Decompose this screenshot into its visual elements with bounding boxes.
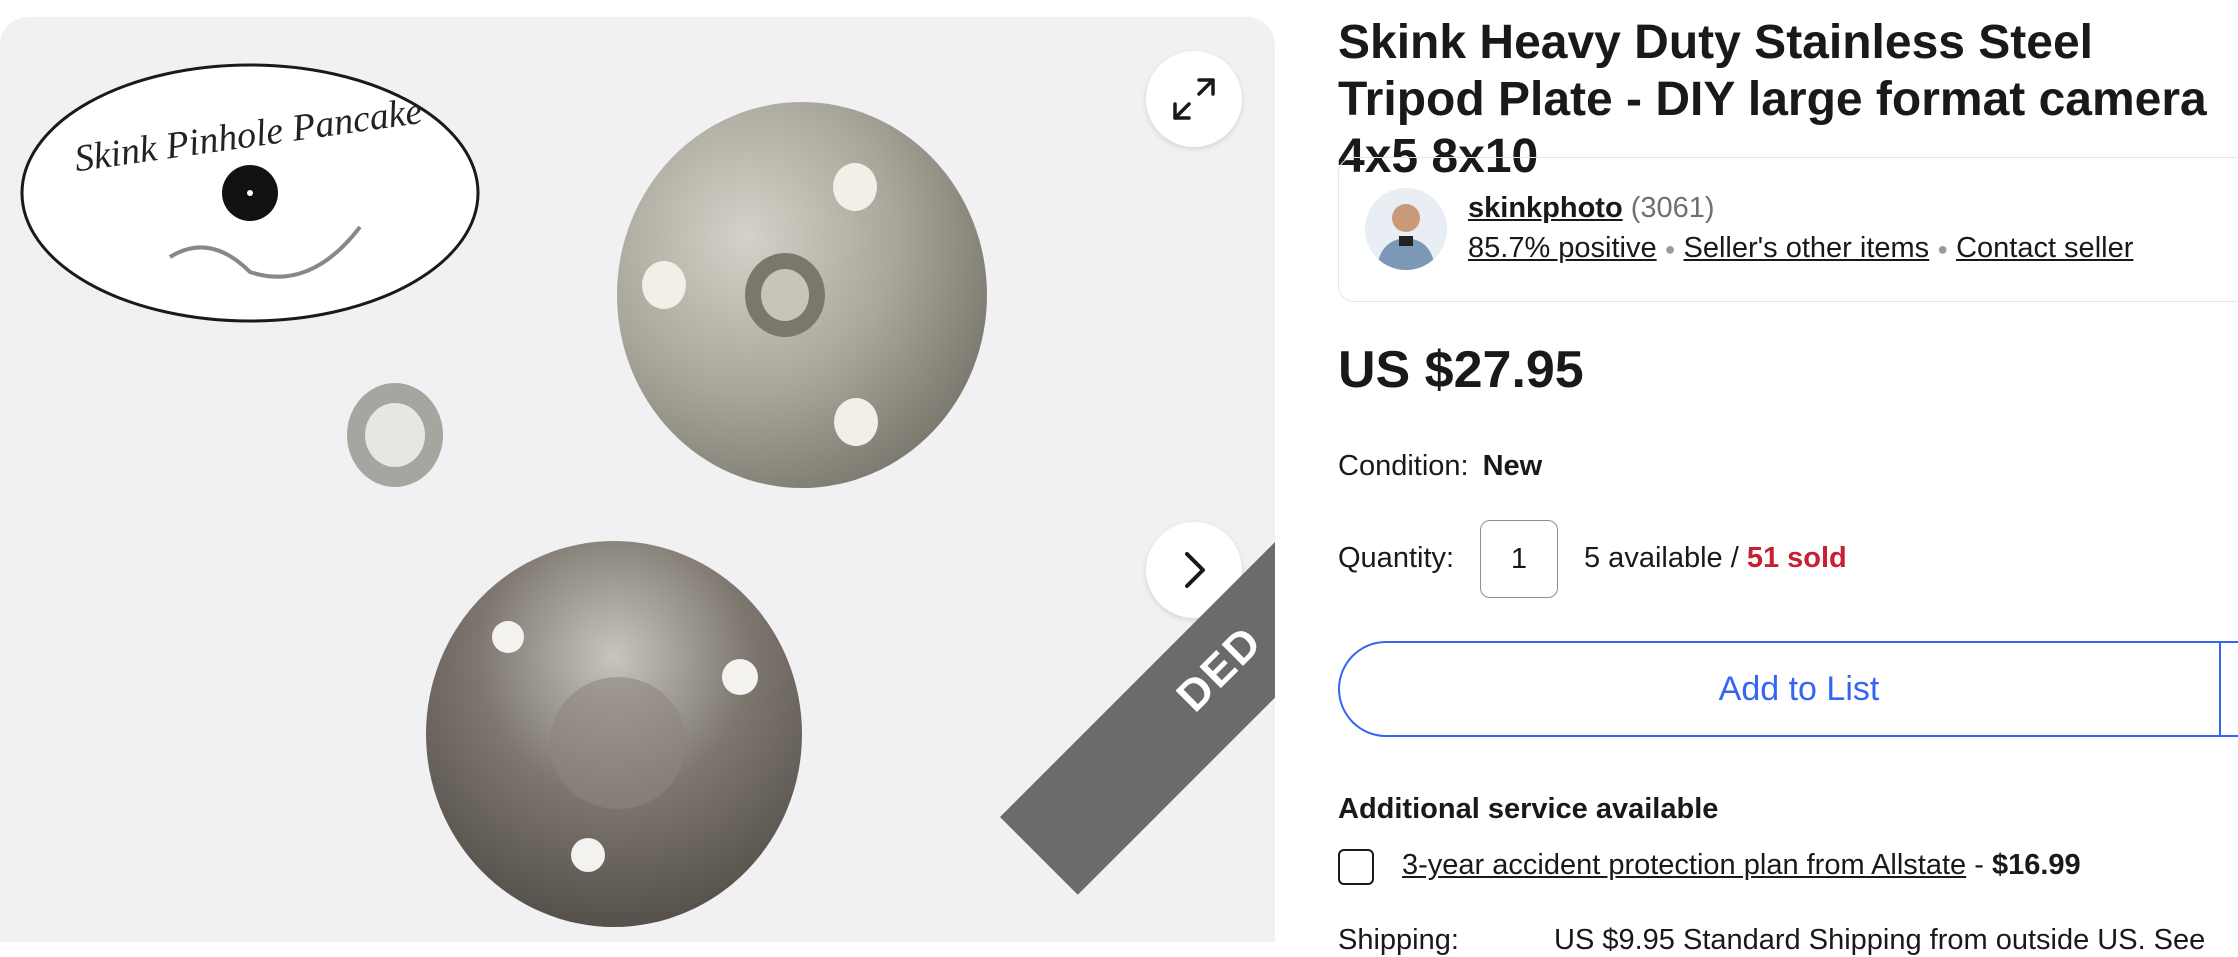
availability: 5 available / 51 sold xyxy=(1584,542,1847,575)
seller-name-link[interactable]: skinkphoto xyxy=(1468,192,1623,224)
condition-value: New xyxy=(1482,450,1543,482)
button-divider xyxy=(2219,641,2221,737)
positive-feedback-link[interactable]: 85.7% positive xyxy=(1468,232,1657,264)
shipping-label: Shipping: xyxy=(1338,924,1459,956)
add-to-list-label: Add to List xyxy=(1718,669,1880,708)
sold-count: 51 sold xyxy=(1746,542,1847,574)
feedback-count: (3061) xyxy=(1630,192,1715,224)
image-gallery[interactable]: Skink Pinhole Pancake DED xyxy=(0,17,1275,942)
available-count: 5 available / xyxy=(1584,542,1747,574)
seller-card: skinkphoto (3061) 85.7% positive ● Seller'… xyxy=(1338,157,2238,302)
plate-top xyxy=(617,102,987,488)
plan-separator: - xyxy=(1966,849,1992,881)
plan-price: $16.99 xyxy=(1991,849,2081,881)
price: US $27.95 xyxy=(1338,341,1584,399)
small-nut xyxy=(347,383,443,487)
condition-row: Condition: New xyxy=(1338,450,1542,483)
seller-avatar[interactable] xyxy=(1365,188,1447,270)
protection-plan-checkbox[interactable] xyxy=(1338,849,1374,885)
seller-other-items-link[interactable]: Seller's other items xyxy=(1684,232,1930,264)
protection-plan-row: 3-year accident protection plan from All… xyxy=(1402,849,2081,882)
avatar-image xyxy=(1365,188,1447,270)
expand-button[interactable] xyxy=(1146,51,1242,147)
seller-links: 85.7% positive ● Seller's other items ● Cont… xyxy=(1468,232,2133,265)
separator-dot: ● xyxy=(1664,238,1676,259)
logo-oval: Skink Pinhole Pancake xyxy=(20,63,480,323)
condition-label: Condition: xyxy=(1338,450,1469,482)
expand-icon xyxy=(1173,78,1215,120)
shipping-row: Shipping: US $9.95 Standard Shipping fro… xyxy=(1338,924,2205,957)
contact-seller-link[interactable]: Contact seller xyxy=(1956,232,2133,264)
shipping-value: US $9.95 Standard Shipping from outside … xyxy=(1554,924,2206,956)
chevron-right-icon xyxy=(1185,552,1205,588)
quantity-label: Quantity: xyxy=(1338,542,1455,574)
plate-bottom xyxy=(426,541,802,927)
quantity-input[interactable] xyxy=(1480,520,1558,598)
protection-plan-link[interactable]: 3-year accident protection plan from All… xyxy=(1402,849,1966,881)
separator-dot: ● xyxy=(1937,238,1949,259)
add-to-list-button[interactable]: Add to List xyxy=(1338,641,2238,737)
seller-name-row: skinkphoto (3061) xyxy=(1468,192,1715,225)
additional-service-title: Additional service available xyxy=(1338,793,1719,825)
